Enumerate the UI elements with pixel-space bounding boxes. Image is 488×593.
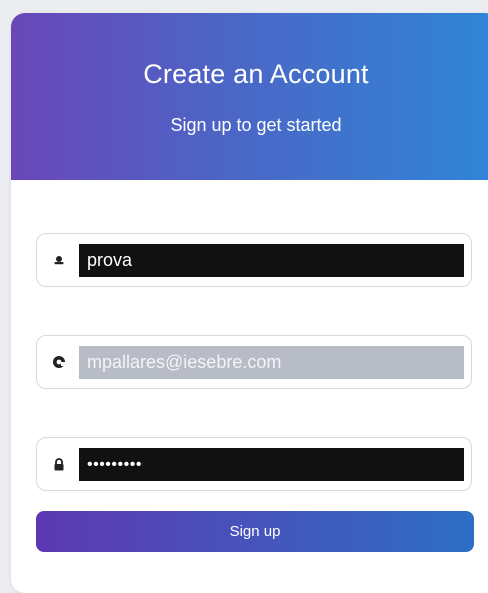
- password-input[interactable]: •••••••••: [79, 448, 464, 481]
- page-subtitle: Sign up to get started: [170, 115, 342, 135]
- username-input[interactable]: prova: [79, 244, 464, 277]
- email-input[interactable]: mpallares@iesebre.com: [79, 346, 464, 379]
- at-sign-icon: [53, 356, 65, 368]
- username-field[interactable]: prova: [36, 233, 472, 287]
- signup-button[interactable]: Sign up: [36, 511, 474, 552]
- signup-header: Create an Account Sign up to get started: [11, 13, 488, 180]
- password-field[interactable]: •••••••••: [36, 437, 472, 491]
- signup-card: Create an Account Sign up to get started…: [11, 13, 488, 593]
- user-icon: [54, 256, 64, 265]
- lock-icon: [54, 458, 64, 471]
- page-title: Create an Account: [143, 59, 369, 89]
- email-field[interactable]: mpallares@iesebre.com: [36, 335, 472, 389]
